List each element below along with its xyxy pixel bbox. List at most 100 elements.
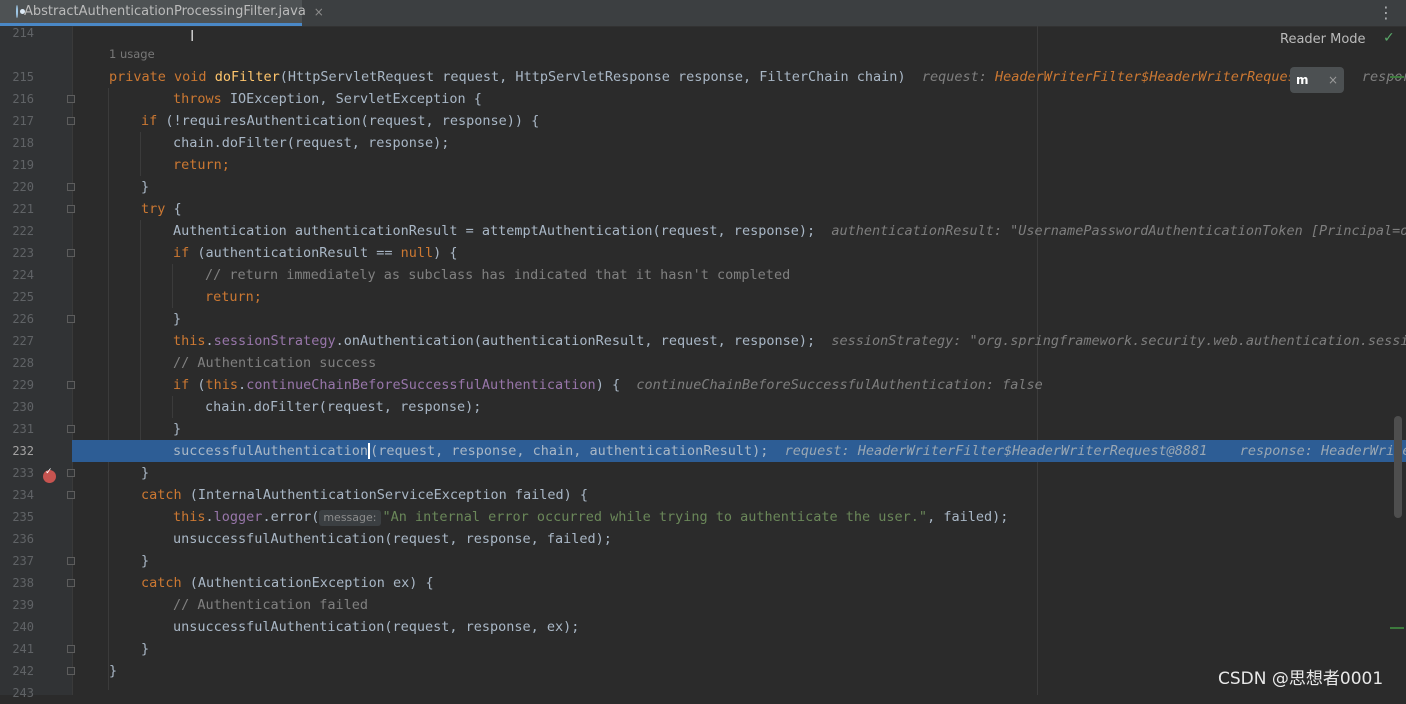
line-number: 218: [12, 136, 34, 150]
line-number: 240: [12, 620, 34, 634]
current-execution-line[interactable]: successfulAuthentication (request, respon…: [72, 440, 1406, 462]
line-number: 224: [12, 268, 34, 282]
code-line[interactable]: // Authentication success: [72, 352, 1406, 374]
code-line[interactable]: }: [72, 462, 1406, 484]
code-line[interactable]: return;: [72, 286, 1406, 308]
keyword: if: [141, 113, 158, 129]
code-line[interactable]: }: [72, 550, 1406, 572]
inline-debug-value: response: HeaderWriterR: [1239, 443, 1406, 459]
code-text: }: [141, 553, 150, 569]
maven-reload-popup[interactable]: m ×: [1290, 67, 1344, 93]
code-line[interactable]: }: [72, 660, 1406, 682]
code-line[interactable]: // return immediately as subclass has in…: [72, 264, 1406, 286]
keyword: try: [141, 201, 166, 217]
line-number: 214: [12, 26, 34, 40]
code-line[interactable]: unsuccessfulAuthentication(request, resp…: [72, 616, 1406, 638]
inline-debug-value: request:: [921, 69, 995, 85]
line-number: 219: [12, 158, 34, 172]
code-line[interactable]: // Authentication failed: [72, 594, 1406, 616]
keyword: throws: [173, 91, 222, 107]
code-text: ) {: [595, 377, 621, 393]
line-number: 236: [12, 532, 34, 546]
change-marker[interactable]: [1390, 76, 1404, 78]
code-line[interactable]: throws IOException, ServletException {: [72, 88, 1406, 110]
comment: // return immediately as subclass has in…: [205, 267, 791, 283]
inline-debug-value: authenticationResult: "UsernamePasswordA…: [831, 223, 1406, 239]
code-text: .onAuthentication(authenticationResult, …: [335, 333, 816, 349]
editor-gutter[interactable]: 214 215 216 217 218 219 220 221 222 223 …: [0, 26, 75, 700]
line-number: 233: [12, 466, 34, 480]
line-number: 239: [12, 598, 34, 612]
code-line[interactable]: return;: [72, 154, 1406, 176]
change-marker[interactable]: [1390, 627, 1404, 629]
code-line[interactable]: if (authenticationResult == null) {: [72, 242, 1406, 264]
code-text: }: [141, 179, 150, 195]
code-text: .error(: [262, 509, 320, 525]
code-line[interactable]: if (!requiresAuthentication(request, res…: [72, 110, 1406, 132]
code-text: (!requiresAuthentication(request, respon…: [157, 113, 540, 129]
code-line[interactable]: if (this.continueChainBeforeSuccessfulAu…: [72, 374, 1406, 396]
keyword: catch: [141, 487, 182, 503]
keyword: catch: [141, 575, 182, 591]
inline-debug-value: request: HeaderWriterFilter$HeaderWriter…: [784, 443, 1208, 459]
line-number: 227: [12, 334, 34, 348]
code-line[interactable]: }: [72, 638, 1406, 660]
line-number: 230: [12, 400, 34, 414]
code-text: ;: [253, 289, 262, 305]
code-line[interactable]: chain.doFilter(request, response);: [72, 132, 1406, 154]
close-popup-icon[interactable]: ×: [1328, 73, 1338, 87]
code-text: }: [109, 663, 118, 679]
code-line[interactable]: private void doFilter(HttpServletRequest…: [72, 66, 1406, 88]
maven-reload-icon[interactable]: m: [1296, 71, 1316, 89]
code-text: Authentication authenticationResult = at…: [173, 223, 816, 239]
vertical-scrollbar-thumb[interactable]: [1394, 416, 1402, 518]
line-number: 237: [12, 554, 34, 568]
code-line[interactable]: unsuccessfulAuthentication(request, resp…: [72, 528, 1406, 550]
code-line[interactable]: try {: [72, 198, 1406, 220]
line-number: 217: [12, 114, 34, 128]
code-line[interactable]: catch (AuthenticationException ex) {: [72, 572, 1406, 594]
line-number: 226: [12, 312, 34, 326]
file-tab[interactable]: AbstractAuthenticationProcessingFilter.j…: [0, 0, 324, 26]
code-text: }: [141, 465, 150, 481]
code-text: unsuccessfulAuthentication(request, resp…: [173, 619, 580, 635]
code-text: }: [173, 421, 182, 437]
line-number: 231: [12, 422, 34, 436]
method-name: doFilter: [214, 69, 280, 85]
field: logger: [213, 509, 263, 525]
code-line[interactable]: this.sessionStrategy.onAuthentication(au…: [72, 330, 1406, 352]
parameter-hint: message:: [319, 510, 381, 526]
code-line[interactable]: }: [72, 418, 1406, 440]
code-text: successfulAuthentication: [173, 443, 369, 459]
code-line[interactable]: Authentication authenticationResult = at…: [72, 220, 1406, 242]
code-line[interactable]: }: [72, 308, 1406, 330]
inline-debug-value: continueChainBeforeSuccessfulAuthenticat…: [636, 377, 1043, 393]
line-number: 222: [12, 224, 34, 238]
code-text: }: [141, 641, 150, 657]
more-tabs-icon[interactable]: ⋮: [1378, 3, 1394, 22]
editor-tab-bar: AbstractAuthenticationProcessingFilter.j…: [0, 0, 1406, 27]
string-literal: "An internal error occurred while trying…: [382, 509, 928, 525]
code-editor[interactable]: private void doFilter(HttpServletRequest…: [72, 26, 1406, 695]
line-number: 216: [12, 92, 34, 106]
keyword: this: [173, 509, 206, 525]
line-number: 221: [12, 202, 34, 216]
line-number: 228: [12, 356, 34, 370]
keyword: void: [174, 69, 207, 85]
code-line[interactable]: chain.doFilter(request, response);: [72, 396, 1406, 418]
line-number: 220: [12, 180, 34, 194]
breakpoint-icon[interactable]: [43, 467, 56, 483]
keyword: null: [400, 245, 434, 261]
line-number: 215: [12, 70, 34, 84]
keyword: private: [109, 69, 166, 85]
field: sessionStrategy: [213, 333, 336, 349]
mouse-ibeam-cursor: I: [190, 27, 195, 45]
close-tab-icon[interactable]: ×: [314, 5, 324, 19]
code-line[interactable]: }: [72, 176, 1406, 198]
comment: // Authentication failed: [173, 597, 369, 613]
code-text: (authenticationResult ==: [189, 245, 401, 261]
code-line[interactable]: this.logger.error(message: "An internal e…: [72, 506, 1406, 528]
code-text: }: [173, 311, 182, 327]
line-number: 223: [12, 246, 34, 260]
code-line[interactable]: catch (InternalAuthenticationServiceExce…: [72, 484, 1406, 506]
